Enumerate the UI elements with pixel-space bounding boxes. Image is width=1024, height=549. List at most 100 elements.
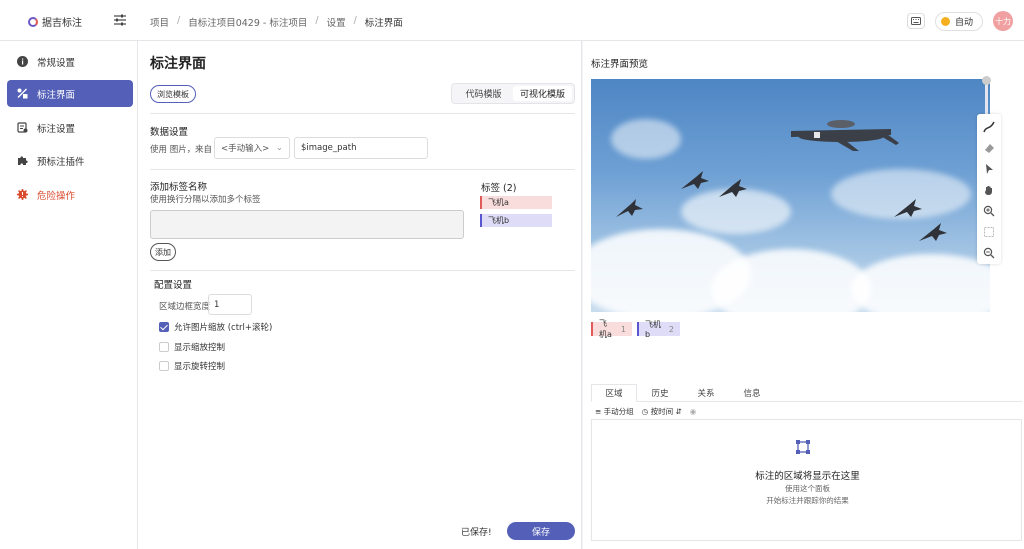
tag-chip[interactable]: 飞机b	[480, 214, 552, 227]
page-title: 标注界面	[150, 56, 206, 72]
checkbox-label: 允许图片缩放 (ctrl+滚轮)	[174, 323, 273, 333]
divider	[150, 169, 575, 170]
tab-regions[interactable]: 区域	[591, 384, 637, 402]
pointer-icon[interactable]	[982, 162, 996, 176]
preview-title: 标注界面预览	[591, 59, 649, 70]
tab-relations[interactable]: 关系	[683, 384, 729, 401]
fighter-jets	[616, 171, 947, 241]
avatar[interactable]: 十力	[993, 11, 1013, 31]
sidebar-item-label: 危险操作	[37, 190, 76, 202]
breadcrumb-item[interactable]: 自标注项目0429 - 标注项目	[188, 15, 307, 29]
top-bar: 据吉标注 项目 / 自标注项目0429 - 标注项目 / 设置 / 标注界面 自…	[0, 0, 1024, 41]
preview-tag-label: 飞机a	[599, 319, 612, 339]
preview-panel: 标注界面预览 飞机a 1 飞机b 2 区域 历史 关系 信息 ≡ 手动分组 ◷ …	[583, 41, 1024, 549]
sidebar-item-prelabel-plugins[interactable]: 预标注插件	[7, 147, 133, 174]
image-toolbar	[977, 114, 1001, 264]
awacs-aircraft	[791, 120, 899, 151]
info-icon	[17, 56, 28, 67]
empty-state-line: 开始标注并跟踪你的结果	[766, 496, 849, 505]
zoom-checkbox-row[interactable]: 允许图片缩放 (ctrl+滚轮)	[159, 321, 272, 333]
data-source-select[interactable]: <手动输入> ⌄	[214, 137, 290, 159]
manual-group-button[interactable]: ≡ 手动分组	[595, 406, 634, 417]
tab-code-template[interactable]: 代码模版	[454, 86, 513, 101]
preview-tag-count: 2	[668, 324, 674, 334]
preview-image[interactable]	[591, 79, 990, 312]
hand-pan-icon[interactable]	[982, 183, 996, 197]
manual-group-label: 手动分组	[603, 407, 634, 416]
auto-toggle[interactable]: 自动	[935, 12, 983, 31]
divider	[150, 113, 575, 114]
sidebar-item-general[interactable]: 常规设置	[7, 48, 133, 75]
preview-tag[interactable]: 飞机b 2	[637, 320, 680, 339]
zoom-controls-checkbox-row[interactable]: 显示缩放控制	[159, 341, 225, 353]
breadcrumb: 项目 / 自标注项目0429 - 标注项目 / 设置 / 标注界面	[150, 15, 403, 29]
sidebar-toggle-icon[interactable]	[113, 14, 127, 26]
preview-tag[interactable]: 飞机a 1	[591, 319, 632, 339]
zoom-controls-checkbox[interactable]	[159, 342, 169, 352]
breadcrumb-separator: /	[353, 15, 357, 26]
data-settings-title: 数据设置	[150, 127, 189, 138]
aircraft-formation-image	[616, 120, 947, 241]
breadcrumb-item[interactable]: 设置	[327, 15, 346, 29]
add-tag-button[interactable]: 添加	[150, 243, 176, 261]
sort-by-time-button[interactable]: ◷ 按时间 ⇵	[642, 406, 682, 417]
zoom-checkbox[interactable]	[159, 322, 169, 332]
rotate-controls-checkbox[interactable]	[159, 361, 169, 371]
breadcrumb-separator: /	[315, 15, 319, 26]
border-width-label: 区域边框宽度	[159, 302, 211, 312]
sidebar-item-label: 预标注插件	[37, 156, 85, 168]
results-tabs: 区域 历史 关系 信息	[591, 384, 1022, 402]
zoom-out-icon[interactable]	[982, 246, 996, 260]
sidebar-item-label: 标注设置	[37, 123, 76, 135]
brand-logo-icon	[28, 16, 38, 27]
use-image-label: 使用 图片，	[150, 145, 196, 155]
tab-visual-template[interactable]: 可视化模版	[513, 86, 572, 101]
keyboard-shortcuts-button[interactable]	[907, 13, 925, 29]
sidebar-item-danger-zone[interactable]: 危险操作	[7, 181, 133, 208]
brush-icon[interactable]	[982, 120, 996, 134]
zoom-in-icon[interactable]	[982, 204, 996, 218]
settings-panel: 标注界面 浏览模板 代码模版 可视化模版 数据设置 使用 图片， 来自 <手动输…	[138, 41, 582, 549]
select-value: <手动输入>	[221, 144, 270, 154]
form-icon	[17, 122, 28, 133]
add-tags-hint: 使用换行分隔以添加多个标签	[150, 195, 261, 205]
empty-state-line: 使用这个面板	[785, 484, 830, 493]
layout-icon	[17, 88, 28, 99]
eye-icon[interactable]: ◉	[690, 407, 697, 416]
zoom-slider-handle[interactable]	[982, 76, 991, 85]
preview-tag-label: 飞机b	[645, 320, 661, 339]
from-label: 来自	[195, 145, 213, 155]
tab-info[interactable]: 信息	[729, 384, 775, 401]
rotate-controls-checkbox-row[interactable]: 显示旋转控制	[159, 360, 225, 372]
brand[interactable]: 据吉标注	[28, 14, 82, 29]
auto-label: 自动	[955, 18, 974, 28]
fit-screen-icon[interactable]	[982, 225, 996, 239]
breadcrumb-separator: /	[177, 15, 181, 26]
browse-templates-button[interactable]: 浏览模板	[150, 85, 196, 103]
chevron-down-icon: ⌄	[275, 143, 283, 153]
keyboard-icon	[911, 17, 921, 25]
breadcrumb-current: 标注界面	[364, 18, 403, 29]
breadcrumb-item[interactable]: 项目	[150, 15, 169, 29]
tags-title: 标签 (2)	[481, 183, 517, 194]
eraser-icon[interactable]	[982, 141, 996, 155]
add-tags-title: 添加标签名称	[150, 182, 208, 193]
puzzle-icon	[17, 155, 28, 166]
region-empty-icon	[795, 439, 811, 455]
data-key-input[interactable]: $image_path	[294, 137, 428, 159]
tag-chip[interactable]: 飞机a	[480, 196, 552, 209]
save-button[interactable]: 保存	[507, 522, 575, 540]
checkbox-label: 显示缩放控制	[174, 343, 226, 353]
danger-gear-icon	[17, 189, 28, 200]
config-settings-title: 配置设置	[154, 280, 193, 291]
tag-names-textarea[interactable]	[150, 210, 464, 239]
sidebar-item-labeling-interface[interactable]: 标注界面	[7, 80, 133, 107]
tab-history[interactable]: 历史	[637, 384, 683, 401]
sidebar-item-label: 常规设置	[37, 57, 76, 69]
sidebar-item-annotation-settings[interactable]: 标注设置	[7, 114, 133, 141]
saved-status: 已保存!	[461, 528, 492, 538]
divider	[150, 270, 575, 271]
checkbox-label: 显示旋转控制	[174, 362, 226, 372]
empty-state-title: 标注的区域将显示在这里	[755, 471, 860, 482]
border-width-input[interactable]: 1	[208, 294, 252, 315]
